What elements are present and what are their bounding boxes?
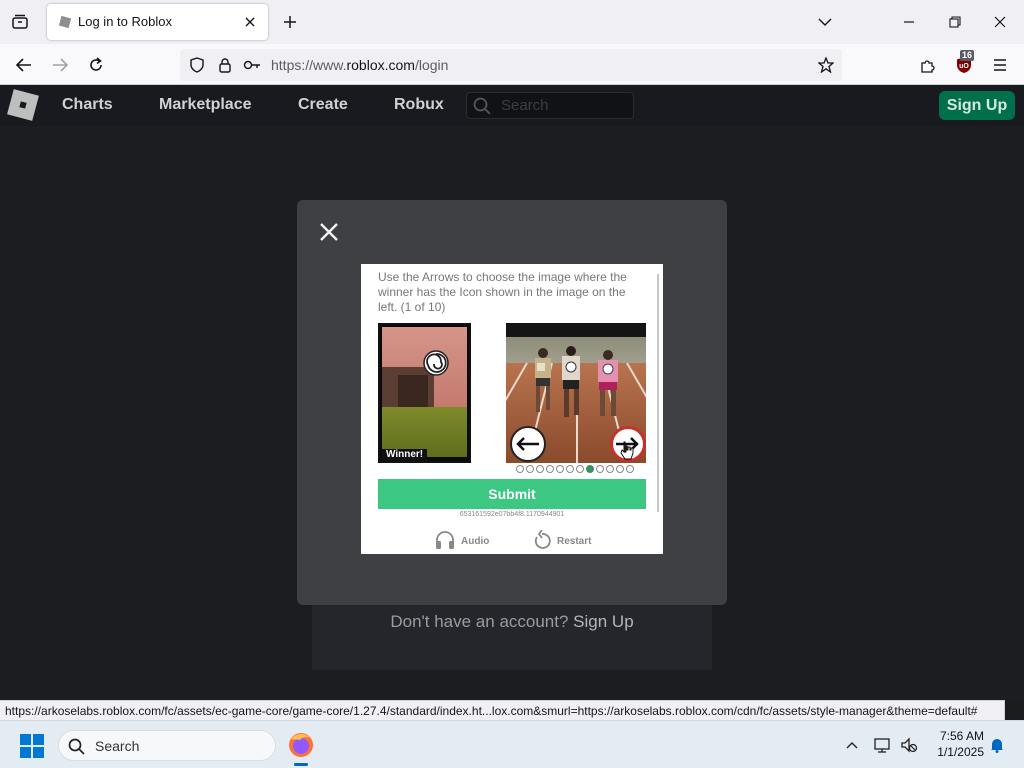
progress-dot [626, 465, 634, 473]
tab-list-icon[interactable] [6, 8, 34, 36]
tray-chevron-up-icon[interactable] [842, 735, 862, 755]
submit-button[interactable]: Submit [378, 479, 646, 509]
taskbar-search-input[interactable]: Search [58, 730, 276, 761]
nav-create[interactable]: Create [298, 96, 348, 114]
progress-dot [586, 465, 594, 473]
url-path: /login [414, 57, 449, 73]
new-tab-icon[interactable] [278, 10, 302, 34]
audio-label: Audio [461, 535, 490, 547]
progress-dot [566, 465, 574, 473]
session-id: 653161592e07bb4f8.1170944901 [459, 511, 565, 518]
url-bar[interactable]: https://www.roblox.com/login [180, 49, 842, 81]
app-menu-icon[interactable] [986, 51, 1014, 79]
roblox-header: Charts Marketplace Create Robux Search S… [0, 85, 1024, 126]
url-prefix: https://www. [271, 57, 347, 73]
notification-bell-icon[interactable] [987, 735, 1007, 755]
svg-text:uO: uO [959, 63, 969, 70]
nav-charts[interactable]: Charts [62, 96, 113, 114]
browser-nav-bar: https://www.roblox.com/login uO 16 [0, 44, 1024, 85]
headphones-icon [435, 530, 455, 553]
arrow-left-button[interactable] [510, 426, 546, 462]
captcha-instruction: Use the Arrows to choose the image where… [378, 270, 627, 314]
no-account-prompt: Don't have an account? Sign Up [312, 612, 712, 632]
tab-close-icon[interactable] [240, 12, 260, 32]
system-clock[interactable]: 7:56 AM 1/1/2025 [924, 728, 984, 760]
clock-date: 1/1/2025 [937, 745, 984, 759]
ublock-shield-icon[interactable]: uO 16 [950, 50, 978, 79]
progress-dot [536, 465, 544, 473]
clock-time: 7:56 AM [939, 729, 984, 743]
audio-button[interactable]: Audio [435, 530, 490, 553]
progress-dot [616, 465, 624, 473]
tab-title: Log in to Roblox [78, 14, 172, 29]
nav-marketplace[interactable]: Marketplace [159, 96, 252, 114]
window-close-icon[interactable] [986, 8, 1014, 36]
tab-overflow-chevron-icon[interactable] [811, 8, 839, 36]
taskbar-search-label: Search [95, 738, 140, 754]
header-signup-button[interactable]: Sign Up [939, 91, 1015, 120]
search-icon [68, 738, 85, 760]
forward-arrow-icon[interactable] [46, 51, 74, 79]
restart-icon [533, 528, 551, 553]
reload-icon[interactable] [82, 51, 110, 79]
roblox-search-input[interactable]: Search [466, 92, 634, 119]
reference-image: Winner! [378, 323, 471, 463]
mouse-hand-cursor-icon [620, 441, 634, 460]
roblox-logo-icon[interactable] [7, 89, 39, 121]
runner-figure-1 [535, 348, 551, 412]
target-spiral-icon [422, 349, 450, 382]
captcha-frame: Use the Arrows to choose the image where… [361, 264, 663, 554]
progress-dot [516, 465, 524, 473]
restart-label: Restart [557, 535, 592, 547]
runner-figure-2 [562, 346, 580, 417]
progress-dot [606, 465, 614, 473]
signup-link[interactable]: Sign Up [573, 612, 633, 631]
search-icon [473, 97, 491, 120]
tracking-shield-icon[interactable] [188, 56, 206, 74]
progress-dot [596, 465, 604, 473]
challenge-image [506, 323, 646, 463]
status-bar-url: https://arkoselabs.roblox.com/fc/assets/… [0, 700, 1005, 720]
minimize-icon[interactable] [895, 8, 923, 36]
progress-dot [556, 465, 564, 473]
modal-close-icon[interactable] [317, 220, 341, 244]
progress-dot [576, 465, 584, 473]
network-monitor-icon[interactable] [873, 735, 893, 755]
permissions-key-icon[interactable] [243, 56, 261, 74]
reference-label: Winner! [382, 449, 428, 461]
volume-muted-icon[interactable] [899, 735, 919, 755]
extensions-puzzle-icon[interactable] [914, 51, 942, 79]
captcha-scrollbar[interactable] [657, 274, 659, 512]
nav-robux[interactable]: Robux [394, 96, 444, 114]
browser-tab[interactable]: Log in to Roblox [47, 4, 268, 40]
restart-button[interactable]: Restart [533, 528, 592, 553]
lock-icon[interactable] [216, 56, 234, 74]
progress-dot [546, 465, 554, 473]
firefox-taskbar-icon[interactable] [285, 729, 317, 761]
runner-figure-3 [598, 350, 618, 416]
url-host: roblox.com [346, 57, 415, 73]
back-arrow-icon[interactable] [10, 51, 38, 79]
progress-dot [526, 465, 534, 473]
active-app-indicator [294, 763, 308, 766]
browser-tab-bar: Log in to Roblox [0, 0, 1024, 44]
taskbar: Search 7:56 AM 1/1/2025 [0, 720, 1024, 768]
roblox-favicon-icon [58, 15, 72, 29]
url-text[interactable]: https://www.roblox.com/login [271, 57, 448, 73]
no-account-text: Don't have an account? [390, 612, 569, 631]
windows-start-icon[interactable] [20, 734, 44, 758]
extension-badge: 16 [960, 50, 975, 61]
bookmark-star-icon[interactable] [817, 56, 835, 74]
restore-icon[interactable] [941, 8, 969, 36]
search-placeholder: Search [501, 97, 549, 114]
progress-dots [516, 465, 634, 475]
